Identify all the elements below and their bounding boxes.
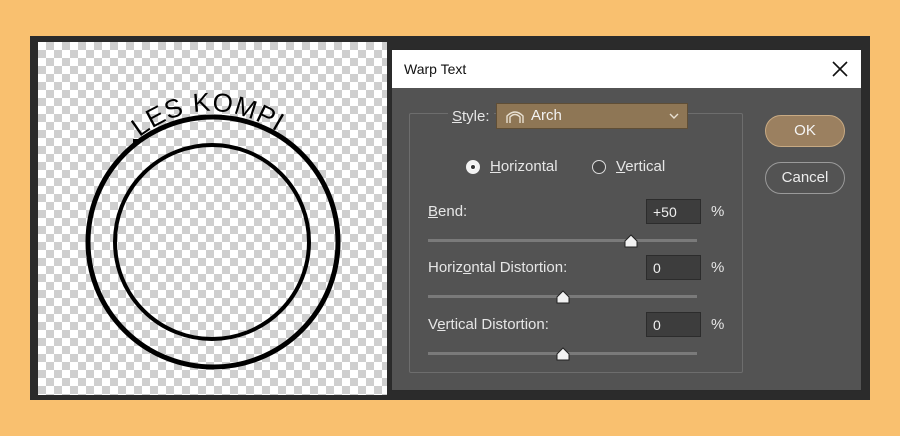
vertical-distortion-slider-thumb[interactable]: [556, 347, 570, 361]
vertical-distortion-label: Vertical Distortion:: [428, 316, 549, 333]
close-icon: [832, 61, 848, 77]
document-canvas[interactable]: LES KOMPI: [38, 42, 387, 395]
radio-unselected-indicator: [592, 160, 606, 174]
hd-label-pre: Horiz: [428, 259, 464, 276]
text-anchor-handle: [133, 139, 138, 144]
bend-label: Bend:: [428, 203, 468, 220]
horizontal-distortion-slider-thumb[interactable]: [556, 290, 570, 304]
horizontal-distortion-label: Horizontal Distortion:: [428, 259, 568, 276]
bend-slider-track[interactable]: [428, 239, 697, 242]
bend-input[interactable]: [646, 199, 701, 224]
cancel-button[interactable]: Cancel: [765, 162, 845, 194]
dialog-title: Warp Text: [404, 61, 467, 77]
warp-text-dialog: Warp Text Style: Arch Horizontal Vertica…: [391, 49, 862, 391]
close-button[interactable]: [825, 54, 855, 84]
radio-selected-indicator: [466, 160, 480, 174]
vertical-distortion-input[interactable]: [646, 312, 701, 337]
style-label: Style:: [448, 108, 494, 125]
vd-label-rest: rtical Distortion:: [445, 316, 549, 333]
dialog-titlebar: Warp Text: [392, 50, 861, 88]
bend-label-rest: end:: [438, 203, 468, 220]
stamp-text: LES KOMPI: [126, 87, 291, 143]
horizontal-distortion-input[interactable]: [646, 255, 701, 280]
hd-label-rest: ntal Distortion:: [471, 259, 568, 276]
vertical-distortion-unit: %: [711, 316, 725, 333]
vd-label-pre: V: [428, 316, 438, 333]
style-dropdown[interactable]: Arch: [496, 103, 688, 129]
stamp-artwork: LES KOMPI: [85, 87, 341, 370]
bend-unit: %: [711, 203, 725, 220]
vertical-label-rest: ertical: [625, 158, 666, 175]
bend-slider-thumb[interactable]: [624, 234, 638, 248]
ok-button[interactable]: OK: [765, 115, 845, 147]
style-value: Arch: [531, 107, 562, 124]
horizontal-label-rest: orizontal: [500, 158, 558, 175]
outer-circle: [85, 114, 341, 370]
radio-vertical-label: Vertical: [616, 158, 666, 175]
style-label-rest: tyle:: [462, 108, 490, 125]
radio-horizontal-label: Horizontal: [490, 158, 558, 175]
arch-icon: [506, 111, 524, 123]
horizontal-distortion-unit: %: [711, 259, 725, 276]
chevron-down-icon: [669, 113, 679, 119]
inner-circle: [113, 143, 311, 341]
